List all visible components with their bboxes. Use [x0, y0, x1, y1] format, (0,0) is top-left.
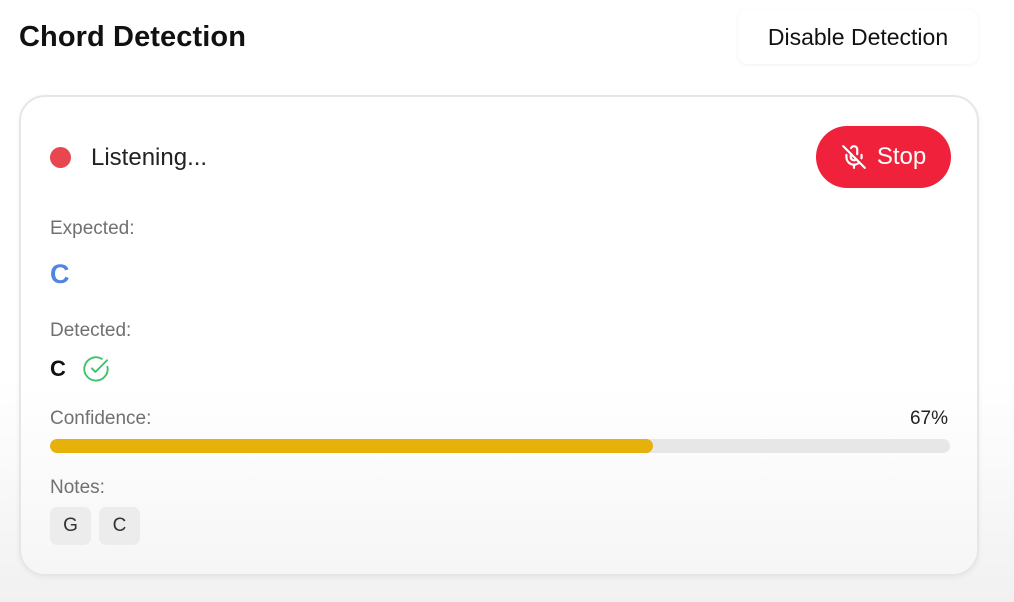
check-circle-icon	[82, 355, 110, 383]
detected-label: Detected:	[50, 320, 132, 341]
expected-chord: C	[50, 259, 70, 289]
notes-list: G C	[50, 507, 140, 545]
page-title: Chord Detection	[19, 21, 247, 53]
disable-detection-button[interactable]: Disable Detection	[738, 10, 978, 64]
confidence-label: Confidence:	[50, 408, 152, 429]
stop-button[interactable]: Stop	[816, 126, 951, 188]
listening-status-dot	[50, 147, 71, 168]
confidence-percent: 67%	[909, 408, 948, 429]
stop-button-label: Stop	[876, 143, 927, 170]
notes-label: Notes:	[50, 477, 105, 498]
listening-status-text: Listening...	[91, 144, 208, 171]
note-chip: C	[99, 507, 140, 545]
confidence-progress-bar	[50, 439, 950, 453]
note-chip: G	[50, 507, 91, 545]
chord-detection-card: Listening... Stop Expected: C Detected: …	[19, 95, 979, 576]
confidence-progress-fill	[50, 439, 653, 453]
detected-chord: C	[50, 356, 66, 381]
expected-label: Expected:	[50, 218, 135, 239]
mic-off-icon	[841, 144, 867, 170]
